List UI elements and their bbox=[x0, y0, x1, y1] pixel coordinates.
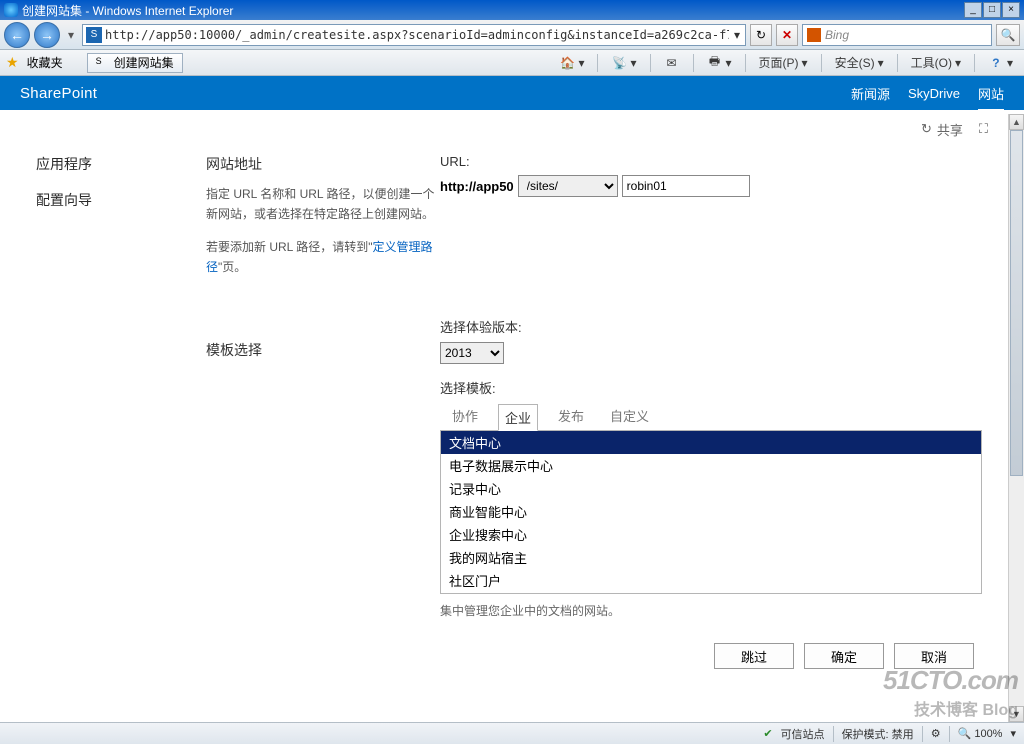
skip-button[interactable]: 跳过 bbox=[714, 643, 794, 669]
search-box[interactable]: Bing bbox=[802, 24, 992, 46]
maximize-button[interactable]: □ bbox=[983, 2, 1001, 18]
forward-button[interactable]: → bbox=[34, 22, 60, 48]
address-bar[interactable]: S ▾ bbox=[82, 24, 746, 46]
zoom-indicator[interactable]: 🔍 100% bbox=[958, 727, 1003, 740]
template-label: 选择模板: bbox=[440, 378, 982, 397]
button-row: 跳过 确定 取消 bbox=[440, 643, 982, 669]
safety-menu[interactable]: 安全(S) ▾ bbox=[830, 53, 889, 73]
focus-button[interactable]: ⛶ bbox=[979, 121, 988, 137]
tab-publishing[interactable]: 发布 bbox=[552, 403, 590, 430]
section-url-title: 网站地址 bbox=[206, 154, 436, 174]
url-path-select[interactable]: /sites/ bbox=[518, 175, 618, 197]
ok-button[interactable]: 确定 bbox=[804, 643, 884, 669]
list-item[interactable]: 商业智能中心 bbox=[441, 500, 981, 523]
favorites-label[interactable]: 收藏夹 bbox=[27, 54, 63, 71]
back-button[interactable]: ← bbox=[4, 22, 30, 48]
sharepoint-brand: SharePoint bbox=[20, 85, 97, 102]
address-input[interactable] bbox=[105, 28, 729, 42]
template-hint: 集中管理您企业中的文档的网站。 bbox=[440, 602, 982, 619]
nav-applications[interactable]: 应用程序 bbox=[36, 154, 206, 174]
tab-label: 创建网站集 bbox=[114, 54, 174, 71]
address-dropdown[interactable]: ▾ bbox=[729, 28, 745, 42]
tab-custom[interactable]: 自定义 bbox=[604, 403, 655, 430]
favorites-bar: ★ 收藏夹 S 创建网站集 🏠▾ 📡▾ ✉ 🖶▾ 页面(P) ▾ 安全(S) ▾… bbox=[0, 50, 1024, 76]
sharepoint-ribbon: SharePoint 新闻源 SkyDrive 网站 bbox=[0, 76, 1024, 110]
favorites-star-icon[interactable]: ★ bbox=[6, 54, 19, 71]
close-window-button[interactable]: × bbox=[1002, 2, 1020, 18]
ie-nav-bar: ← → ▾ S ▾ ↻ ✕ Bing 🔍 bbox=[0, 20, 1024, 50]
url-label: URL: bbox=[440, 154, 982, 169]
skydrive-link[interactable]: SkyDrive bbox=[908, 86, 960, 101]
vertical-scrollbar[interactable]: ▲ ▼ bbox=[1008, 114, 1024, 722]
list-item[interactable]: 电子数据展示中心 bbox=[441, 454, 981, 477]
home-button[interactable]: 🏠▾ bbox=[554, 53, 589, 73]
window-title: 创建网站集 - Windows Internet Explorer bbox=[22, 2, 233, 19]
url-name-input[interactable] bbox=[622, 175, 750, 197]
experience-version-select[interactable]: 2013 bbox=[440, 342, 504, 364]
section-url-desc: 指定 URL 名称和 URL 路径，以便创建一个新网站，或者选择在特定路径上创建… bbox=[206, 184, 436, 225]
cancel-button[interactable]: 取消 bbox=[894, 643, 974, 669]
bing-icon bbox=[807, 28, 821, 42]
protected-mode-label: 保护模式: 禁用 bbox=[842, 726, 914, 742]
trusted-sites-icon: ✔ bbox=[763, 727, 772, 740]
nav-history-dropdown[interactable]: ▾ bbox=[64, 23, 78, 47]
section-template-title: 模板选择 bbox=[206, 340, 436, 360]
page-menu[interactable]: 页面(P) ▾ bbox=[754, 53, 813, 73]
status-bar: ✔ 可信站点 保护模式: 禁用 ⚙ 🔍 100% ▾ bbox=[0, 722, 1024, 744]
left-nav: 应用程序 配置向导 bbox=[36, 154, 206, 722]
url-prefix: http://app50 bbox=[440, 179, 514, 194]
browser-tab[interactable]: S 创建网站集 bbox=[87, 53, 183, 73]
list-item[interactable]: 企业搜索中心 bbox=[441, 523, 981, 546]
trusted-sites-label: 可信站点 bbox=[781, 726, 825, 742]
share-button[interactable]: ↻ 共享 bbox=[921, 120, 963, 139]
mail-button[interactable]: ✉ bbox=[659, 53, 685, 73]
search-placeholder: Bing bbox=[825, 28, 849, 42]
ie-icon bbox=[4, 3, 18, 17]
search-button[interactable]: 🔍 bbox=[996, 24, 1020, 46]
scroll-thumb[interactable] bbox=[1010, 130, 1023, 476]
share-strip: 系统帐户 ▾ ⚙ ? ↻ 共享 ⛶ bbox=[0, 114, 1008, 144]
url-row: http://app50 /sites/ bbox=[440, 175, 982, 197]
site-link[interactable]: 网站 bbox=[978, 84, 1004, 111]
scroll-down-arrow[interactable]: ▼ bbox=[1009, 706, 1024, 722]
experience-label: 选择体验版本: bbox=[440, 317, 982, 336]
list-item[interactable]: 记录中心 bbox=[441, 477, 981, 500]
minimize-button[interactable]: _ bbox=[964, 2, 982, 18]
tab-collaboration[interactable]: 协作 bbox=[446, 403, 484, 430]
tools-menu[interactable]: 工具(O) ▾ bbox=[906, 53, 966, 73]
nav-config-wizard[interactable]: 配置向导 bbox=[36, 190, 206, 210]
content-area: 系统帐户 ▾ ⚙ ? ↻ 共享 ⛶ 应用程序 配置向导 网站地址 指定 URL … bbox=[0, 114, 1008, 722]
template-tabs: 协作 企业 发布 自定义 bbox=[440, 403, 982, 430]
section-url-desc2: 若要添加新 URL 路径，请转到"定义管理路径"页。 bbox=[206, 237, 436, 278]
newsfeed-link[interactable]: 新闻源 bbox=[851, 84, 890, 103]
help-button[interactable]: ?▾ bbox=[983, 53, 1018, 73]
sharepoint-favicon: S bbox=[86, 27, 102, 43]
sharepoint-favicon: S bbox=[96, 56, 110, 70]
scroll-up-arrow[interactable]: ▲ bbox=[1009, 114, 1024, 130]
refresh-button[interactable]: ↻ bbox=[750, 24, 772, 46]
template-listbox[interactable]: 文档中心 电子数据展示中心 记录中心 商业智能中心 企业搜索中心 我的网站宿主 … bbox=[440, 430, 982, 594]
tab-enterprise[interactable]: 企业 bbox=[498, 404, 538, 431]
feeds-button[interactable]: 📡▾ bbox=[606, 53, 641, 73]
window-title-bar: 创建网站集 - Windows Internet Explorer _ □ × bbox=[0, 0, 1024, 20]
list-item[interactable]: 社区门户 bbox=[441, 569, 981, 592]
status-icon[interactable]: ⚙ bbox=[931, 727, 941, 740]
description-column: 网站地址 指定 URL 名称和 URL 路径，以便创建一个新网站，或者选择在特定… bbox=[206, 154, 436, 722]
print-button[interactable]: 🖶▾ bbox=[702, 53, 737, 73]
list-item[interactable]: 基本搜索中心 bbox=[441, 592, 981, 594]
list-item[interactable]: 我的网站宿主 bbox=[441, 546, 981, 569]
form-column: URL: http://app50 /sites/ 选择体验版本: 2013 选… bbox=[436, 154, 982, 722]
list-item[interactable]: 文档中心 bbox=[441, 431, 981, 454]
stop-button[interactable]: ✕ bbox=[776, 24, 798, 46]
